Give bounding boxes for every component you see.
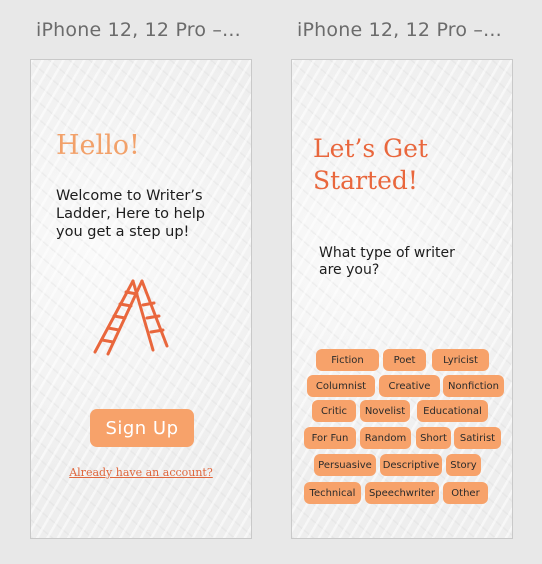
tag-short[interactable]: Short bbox=[416, 427, 451, 449]
frame-title-welcome[interactable]: iPhone 12, 12 Pro –... bbox=[36, 19, 241, 41]
tag-descriptive[interactable]: Descriptive bbox=[380, 454, 442, 476]
tag-other[interactable]: Other bbox=[443, 482, 488, 504]
tag-novelist[interactable]: Novelist bbox=[360, 400, 410, 422]
frame-title-get-started[interactable]: iPhone 12, 12 Pro –... bbox=[297, 19, 502, 41]
tag-columnist[interactable]: Columnist bbox=[307, 375, 375, 397]
get-started-heading: Let’s Get Started! bbox=[313, 133, 428, 197]
tag-satirist[interactable]: Satirist bbox=[454, 427, 501, 449]
tag-for-fun[interactable]: For Fun bbox=[304, 427, 356, 449]
tag-fiction[interactable]: Fiction bbox=[316, 349, 379, 371]
heading-line-1: Let’s Get bbox=[313, 134, 428, 163]
tag-speechwriter[interactable]: Speechwriter bbox=[365, 482, 439, 504]
tag-poet[interactable]: Poet bbox=[383, 349, 426, 371]
get-started-screen: Let’s Get Started! What type of writer a… bbox=[291, 59, 513, 539]
writer-type-question: What type of writer are you? bbox=[319, 245, 455, 278]
login-link[interactable]: Already have an account? bbox=[31, 466, 251, 479]
tag-educational[interactable]: Educational bbox=[417, 400, 488, 422]
sign-up-button[interactable]: Sign Up bbox=[90, 409, 194, 447]
heading-line-2: Started! bbox=[313, 166, 418, 195]
tag-creative[interactable]: Creative bbox=[379, 375, 440, 397]
tag-nonfiction[interactable]: Nonfiction bbox=[443, 375, 504, 397]
welcome-screen: Hello! Welcome to Writer’s Ladder, Here … bbox=[30, 59, 252, 539]
tag-story[interactable]: Story bbox=[446, 454, 481, 476]
tag-lyricist[interactable]: Lyricist bbox=[432, 349, 489, 371]
tag-persuasive[interactable]: Persuasive bbox=[314, 454, 376, 476]
hello-heading: Hello! bbox=[56, 130, 140, 161]
welcome-message: Welcome to Writer’s Ladder, Here to help… bbox=[56, 188, 205, 240]
ladder-icon bbox=[91, 278, 171, 356]
tag-critic[interactable]: Critic bbox=[312, 400, 356, 422]
tag-random[interactable]: Random bbox=[360, 427, 411, 449]
tag-technical[interactable]: Technical bbox=[304, 482, 361, 504]
